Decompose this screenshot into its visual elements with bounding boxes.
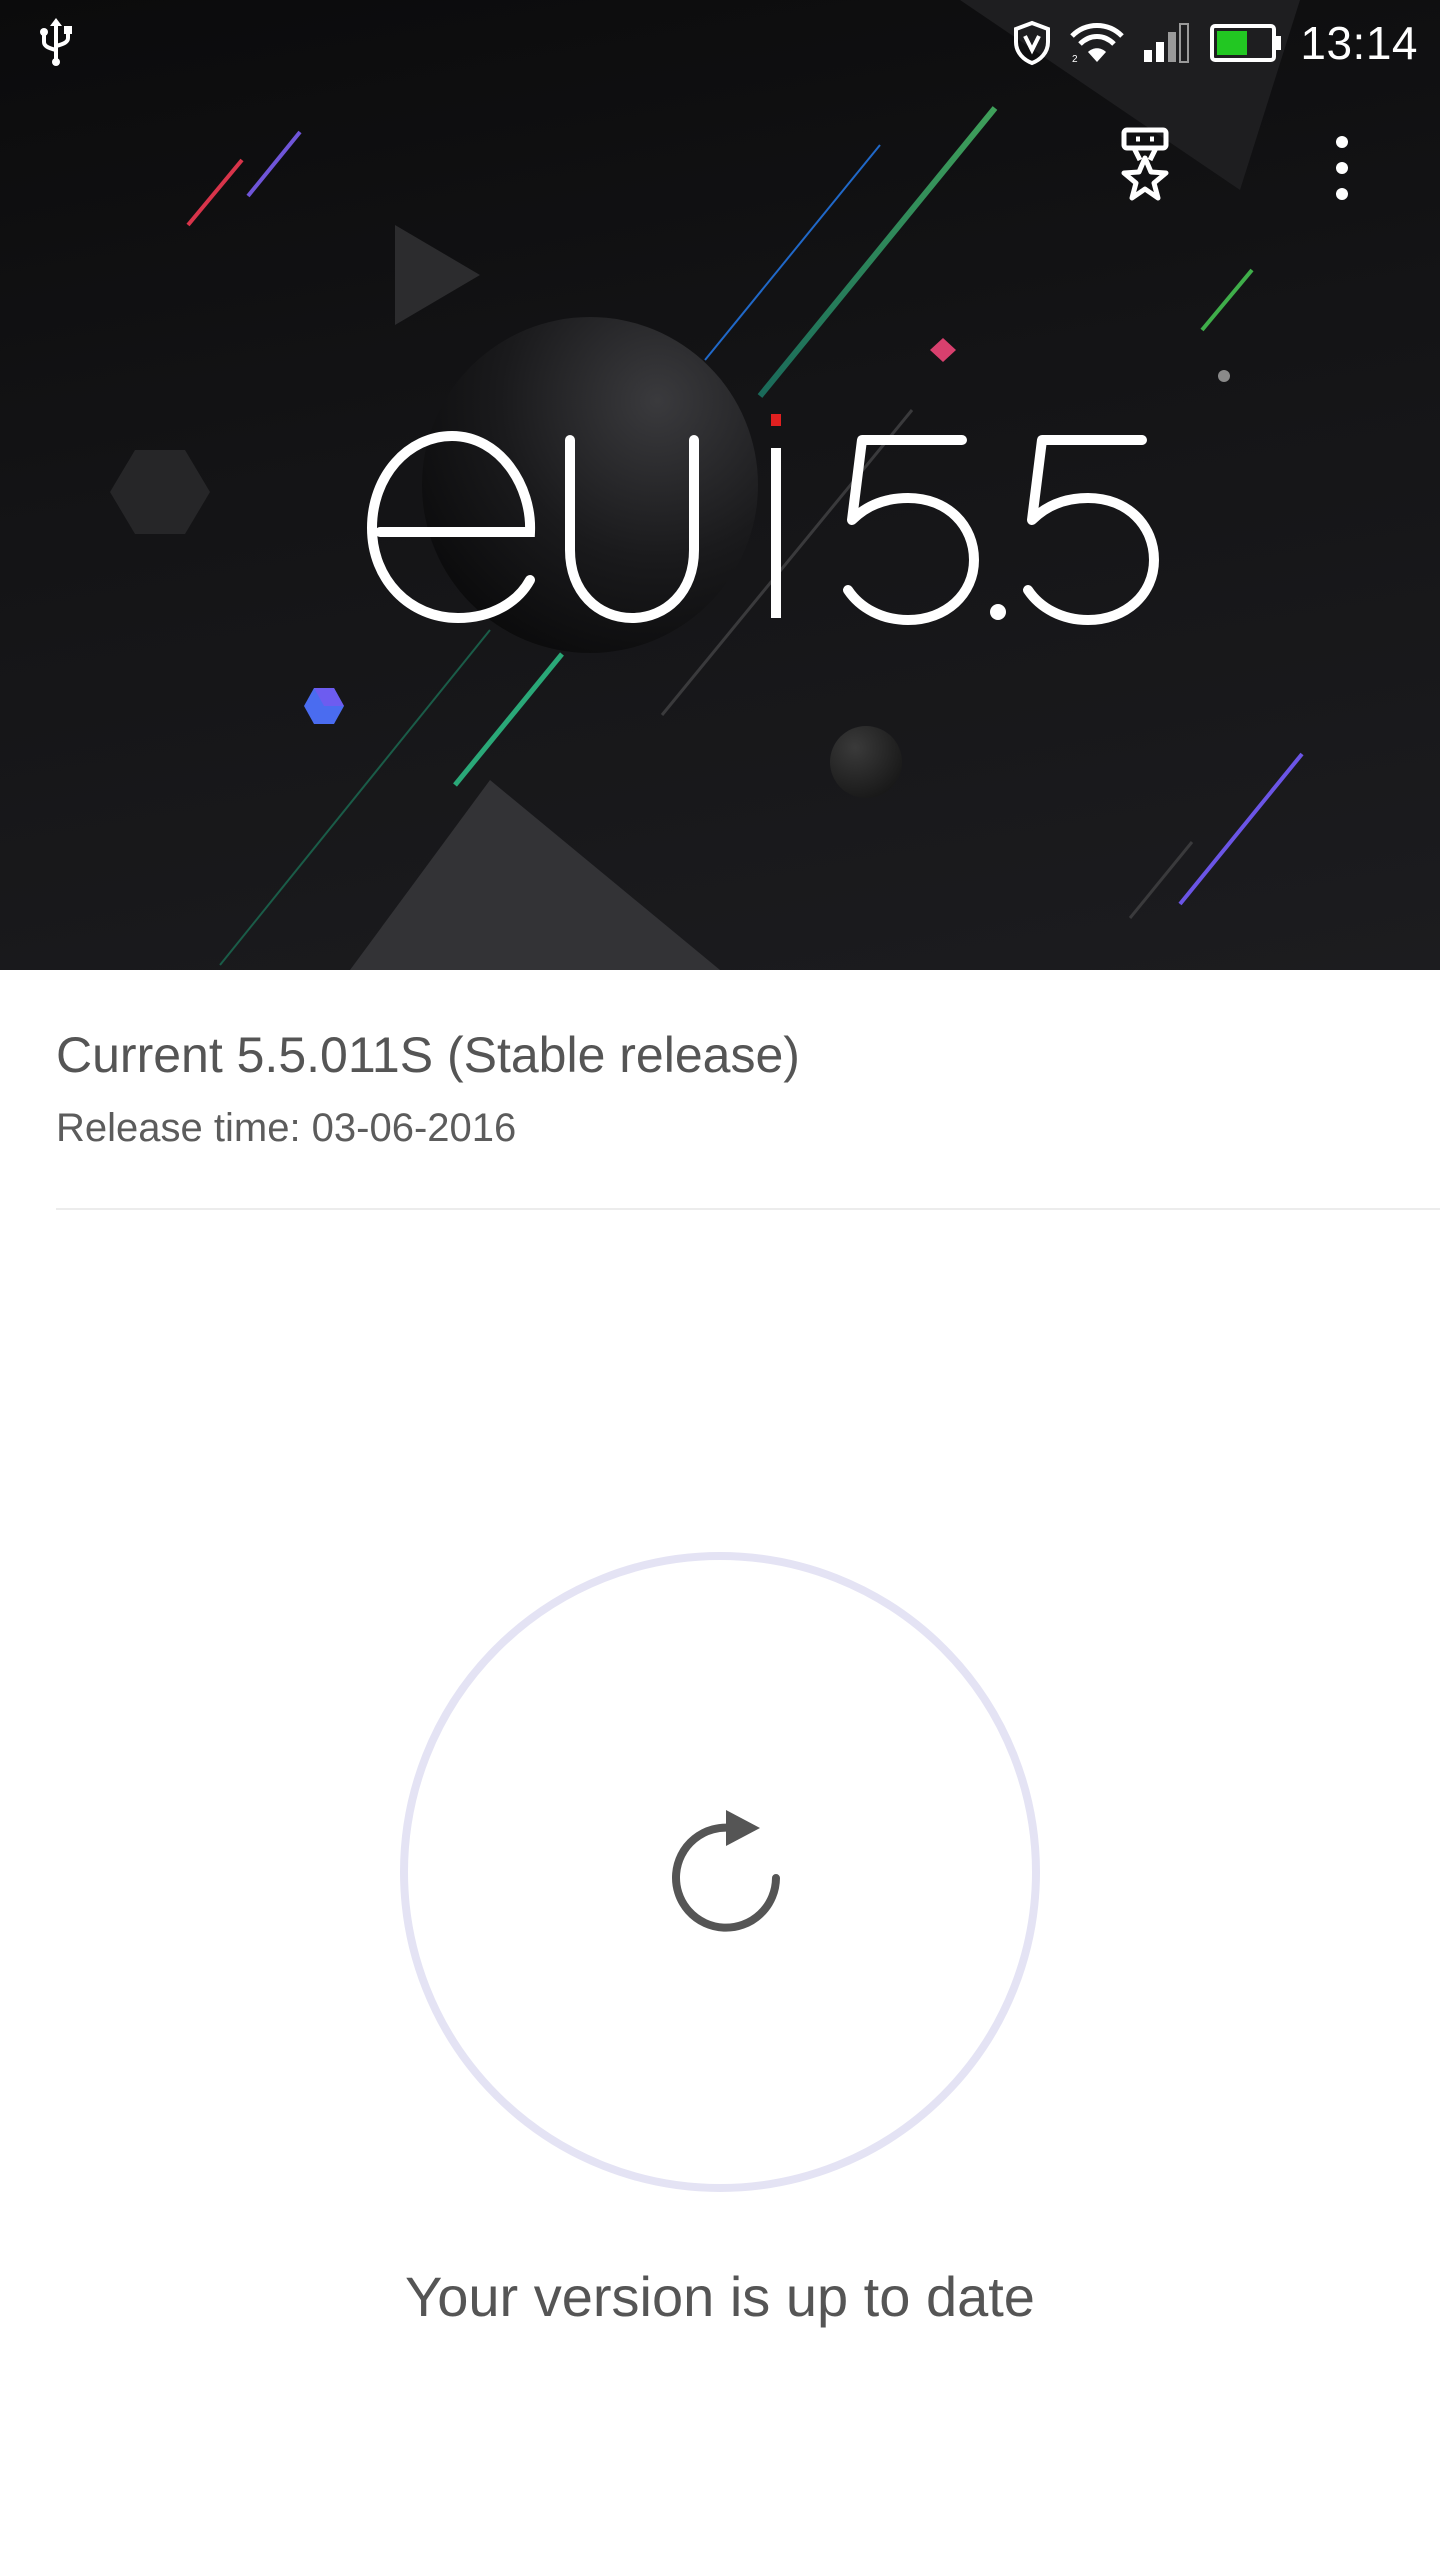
clock-time: 13:14 (1300, 17, 1418, 69)
divider (56, 1208, 1440, 1210)
current-version: Current 5.5.011S (Stable release) (56, 1027, 800, 1083)
refresh-icon (672, 1810, 780, 1932)
version-info: Current 5.5.011S (Stable release) Releas… (56, 1020, 1440, 1156)
wifi-icon: 2 (1070, 23, 1125, 64)
battery-icon (1210, 24, 1282, 62)
eui-logo (366, 414, 1159, 625)
release-time: Release time: 03-06-2016 (56, 1106, 517, 1150)
status-bar: 2 13:14 (0, 0, 1440, 84)
more-vert-icon[interactable] (1312, 126, 1382, 210)
vpn-shield-icon (1014, 20, 1051, 66)
up-to-date-message: Your version is up to date (405, 2265, 1035, 2328)
award-icon[interactable] (1110, 126, 1180, 210)
check-update-button[interactable] (400, 1552, 1040, 2192)
hero-banner: 2 13:14 (0, 0, 1440, 970)
usb-icon (40, 18, 72, 66)
signal-icon (1144, 23, 1190, 63)
svg-text:2: 2 (1072, 54, 1078, 64)
